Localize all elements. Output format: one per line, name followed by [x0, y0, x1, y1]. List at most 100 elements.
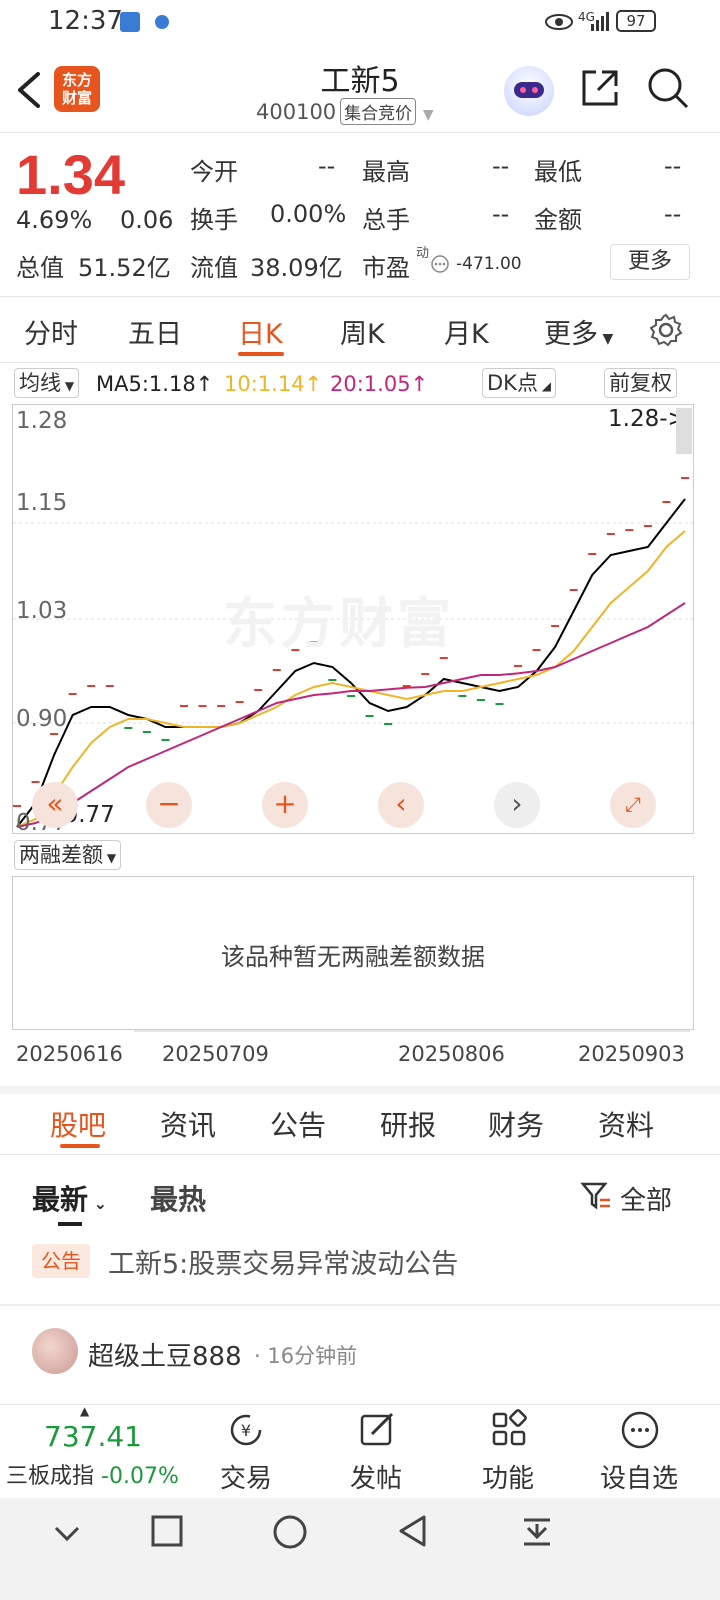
share-icon[interactable] — [578, 66, 622, 110]
watchlist-dots-icon[interactable] — [618, 1408, 662, 1452]
open-value: -- — [318, 152, 336, 180]
margin-select[interactable]: 两融差额 ▼ — [14, 840, 122, 870]
kline-chart-area[interactable]: 东方财富 — [12, 404, 694, 834]
price-tick-mark — [217, 705, 226, 707]
expand-up-icon[interactable]: ▲ — [80, 1404, 89, 1418]
sort-latest[interactable]: 最新 ⌄ — [32, 1178, 107, 1218]
price-tick-mark — [625, 529, 634, 531]
tab-announcements[interactable]: 公告 — [270, 1104, 326, 1144]
tab-intraday[interactable]: 分时 — [24, 312, 78, 351]
filter-all[interactable]: 全部 — [620, 1180, 672, 1217]
active-tab-indicator — [238, 352, 284, 356]
tab-monthly-k[interactable]: 月K — [444, 312, 489, 351]
tab-five-day[interactable]: 五日 — [128, 312, 182, 351]
watermark: 东方财富 — [223, 592, 455, 655]
price-tick-mark — [458, 695, 467, 697]
tab-more[interactable]: 更多 ▼ — [544, 312, 613, 351]
price-tick-mark — [606, 533, 615, 535]
zoom-out-button[interactable]: − — [146, 782, 192, 828]
price-tick-mark — [662, 501, 671, 503]
amount-label: 金额 — [534, 206, 582, 234]
add-watchlist-button[interactable]: 设自选 — [600, 1458, 678, 1495]
jump-start-button[interactable]: « — [32, 782, 78, 828]
scroll-indicator[interactable] — [676, 408, 692, 454]
sort-hot[interactable]: 最热 — [150, 1178, 206, 1218]
turnover-label: 换手 — [190, 206, 238, 234]
float-cap-label: 流值 — [190, 254, 238, 282]
ma5-value: MA5:1.18↑ — [96, 372, 214, 396]
index-name-row[interactable]: 三板成指 -0.07% — [6, 1458, 179, 1490]
price-tick-mark — [198, 705, 207, 707]
tab-weekly-k[interactable]: 周K — [340, 312, 385, 351]
tab-forum[interactable]: 股吧 — [50, 1104, 106, 1144]
series-line-ma5 — [16, 498, 686, 828]
caret-down-icon: ▼ — [598, 331, 614, 347]
dk-point-select[interactable]: DK点 ◢ — [482, 368, 556, 398]
settings-gear-icon[interactable] — [648, 312, 684, 348]
price-tick-mark — [495, 703, 504, 705]
ma-select[interactable]: 均线 ▼ — [14, 368, 80, 398]
trade-button[interactable]: 交易 — [220, 1458, 272, 1495]
tab-news[interactable]: 资讯 — [160, 1104, 216, 1144]
tab-research[interactable]: 研报 — [380, 1104, 436, 1144]
fullscreen-button[interactable]: ⤢ — [610, 782, 656, 828]
trade-icon[interactable]: ¥ — [224, 1408, 268, 1452]
margin-empty-text: 该品种暂无两融差额数据 — [221, 943, 485, 971]
index-value[interactable]: 737.41 — [44, 1420, 142, 1453]
ma20-value: 20:1.05↑ — [330, 372, 429, 396]
stock-code: 400100 — [256, 100, 337, 124]
price-tick-mark — [476, 699, 485, 701]
post-edit-icon[interactable] — [356, 1408, 400, 1452]
price-tick-mark — [402, 685, 411, 687]
back-nav-icon[interactable] — [396, 1514, 430, 1548]
float-cap-value: 38.09亿 — [250, 254, 343, 282]
price-tick-mark — [124, 727, 133, 729]
filter-icon[interactable] — [580, 1180, 612, 1212]
amount-value: -- — [664, 200, 682, 228]
functions-button[interactable]: 功能 — [482, 1458, 534, 1495]
price-tick-mark — [13, 805, 21, 807]
volume-label: 总手 — [362, 206, 410, 234]
announcement-link[interactable]: 工新5:股票交易异常波动公告 — [108, 1242, 458, 1281]
price-tick-mark — [68, 693, 77, 695]
scroll-right-button[interactable]: › — [494, 782, 540, 828]
notification-icons — [120, 12, 169, 32]
assistant-robot-icon[interactable] — [504, 66, 554, 116]
more-quote-button[interactable]: 更多 — [610, 244, 690, 280]
stock-code-row: 400100 集合竞价 ▼ — [256, 98, 434, 125]
price-tick-mark — [272, 669, 281, 671]
price-tick-mark — [31, 781, 40, 783]
chevron-down-icon[interactable]: ▼ — [423, 107, 434, 123]
date-label-3: 20250806 — [398, 1042, 505, 1066]
search-icon[interactable] — [646, 66, 690, 110]
zoom-in-button[interactable]: + — [262, 782, 308, 828]
price-tick-mark — [50, 733, 59, 735]
status-time: 12:37 — [48, 6, 123, 36]
status-bar: 12:37 4G 97 — [0, 0, 720, 44]
notification-pull-icon[interactable] — [520, 1514, 554, 1548]
caret-down-icon: ▼ — [61, 379, 75, 393]
active-tab-indicator — [60, 1144, 100, 1148]
price-tick-mark — [569, 589, 578, 591]
sort-indicator — [58, 1222, 82, 1226]
user-avatar[interactable] — [32, 1328, 78, 1374]
adjust-select[interactable]: 前复权 — [604, 368, 677, 398]
scroll-left-button[interactable]: ‹ — [378, 782, 424, 828]
post-time-value: 16分钟前 — [267, 1344, 358, 1368]
tab-profile[interactable]: 资料 — [598, 1104, 654, 1144]
post-username[interactable]: 超级土豆888 — [88, 1336, 242, 1373]
tab-daily-k[interactable]: 日K — [238, 312, 283, 351]
price-tick-mark — [347, 695, 355, 697]
functions-grid-icon[interactable] — [488, 1408, 532, 1452]
tab-finance[interactable]: 财务 — [488, 1104, 544, 1144]
current-price: 1.34 — [16, 143, 125, 206]
more-dots-icon[interactable] — [430, 254, 450, 274]
dk-point-label: DK点 — [487, 371, 538, 395]
y-tick-2: 1.15 — [16, 490, 68, 516]
collapse-icon[interactable] — [50, 1516, 84, 1550]
post-button[interactable]: 发帖 — [350, 1458, 402, 1495]
home-icon[interactable] — [272, 1514, 308, 1550]
recents-icon[interactable] — [150, 1514, 184, 1548]
post-time: · 16分钟前 — [254, 1344, 358, 1368]
margin-select-label: 两融差额 — [19, 843, 103, 867]
